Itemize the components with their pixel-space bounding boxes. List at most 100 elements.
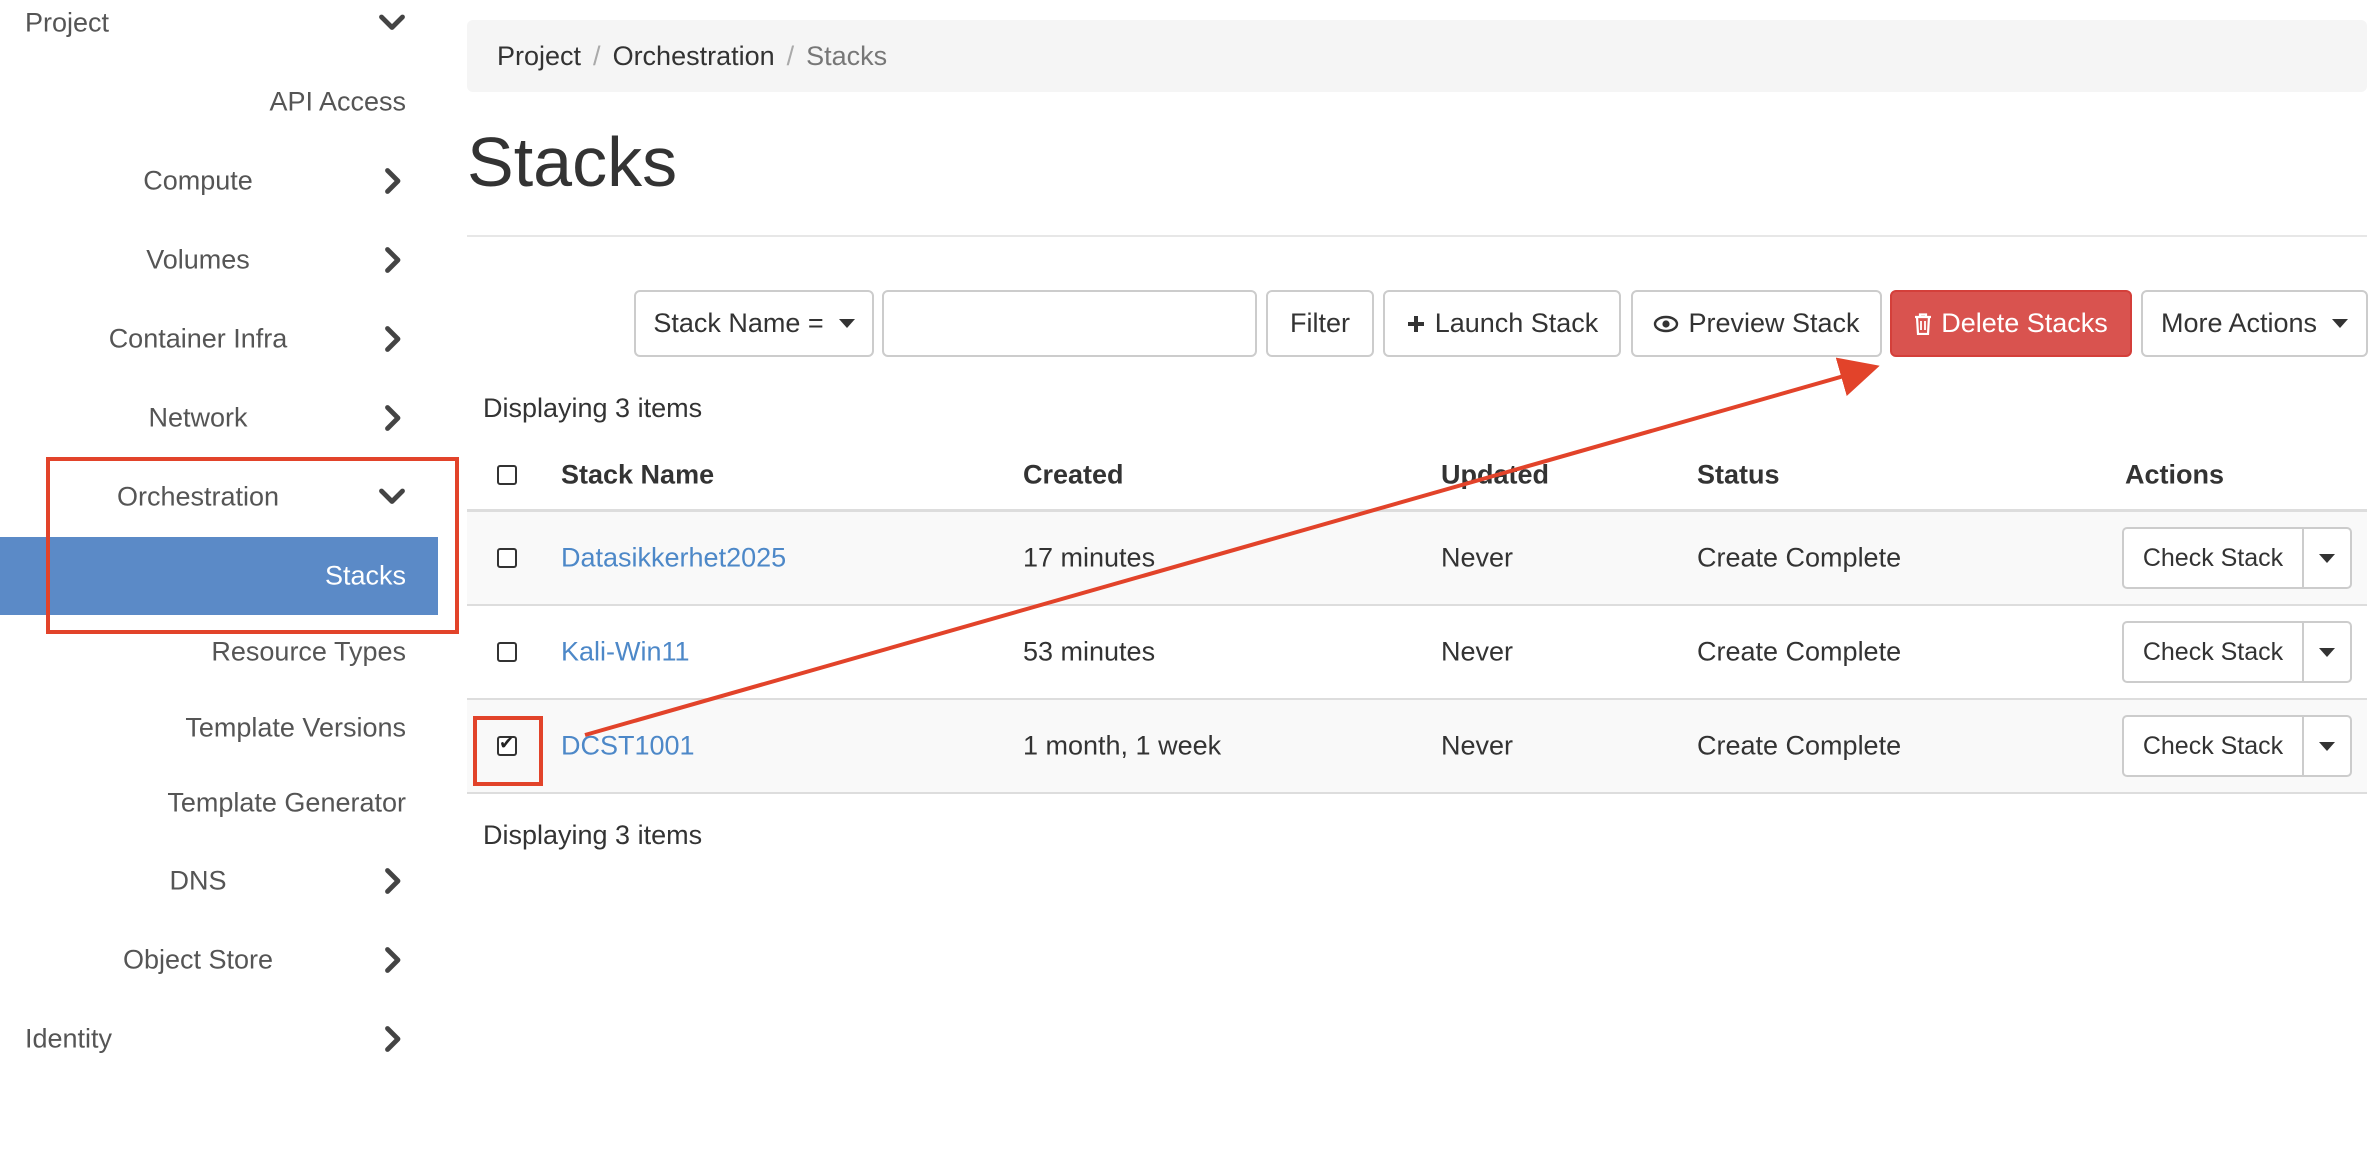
chevron-right-icon: [385, 168, 401, 194]
breadcrumb-stacks: Stacks: [806, 40, 888, 71]
sidebar-item-label: Template Versions: [185, 712, 406, 743]
row-actions-dropdown[interactable]: [2302, 715, 2352, 777]
launch-stack-button[interactable]: Launch Stack: [1383, 290, 1621, 357]
delete-stacks-button[interactable]: Delete Stacks: [1890, 290, 2132, 357]
row-actions: Check Stack: [2122, 715, 2352, 777]
chevron-right-icon: [385, 405, 401, 431]
column-header-actions: Actions: [2125, 459, 2225, 489]
sidebar-item-resource-types[interactable]: Resource Types: [0, 613, 438, 691]
table-row: DCST1001 1 month, 1 week Never Create Co…: [467, 700, 2367, 794]
trash-icon: [1915, 312, 1932, 335]
created-cell: 53 minutes: [1023, 636, 1156, 667]
preview-stack-button[interactable]: Preview Stack: [1631, 290, 1882, 357]
divider: [467, 235, 2367, 237]
sidebar-item-dns[interactable]: DNS: [0, 842, 438, 920]
check-stack-button[interactable]: Check Stack: [2122, 621, 2304, 683]
chevron-right-icon: [385, 947, 401, 973]
sidebar-item-label: Identity: [25, 1023, 113, 1054]
caret-down-icon: [838, 319, 855, 328]
sidebar-item-template-versions[interactable]: Template Versions: [0, 689, 438, 767]
breadcrumb-project[interactable]: Project: [497, 41, 581, 72]
chevron-right-icon: [385, 247, 401, 273]
status-cell: Create Complete: [1697, 636, 1902, 667]
stack-name-link[interactable]: Datasikkerhet2025: [561, 543, 786, 574]
chevron-right-icon: [385, 868, 401, 894]
sidebar-item-label: Stacks: [324, 560, 406, 591]
updated-cell: Never: [1441, 730, 1514, 761]
chevron-right-icon: [385, 326, 401, 352]
sidebar-item-project[interactable]: Project: [0, 0, 438, 62]
sidebar-item-identity[interactable]: Identity: [0, 1000, 438, 1078]
filter-field-label: Stack Name =: [653, 308, 824, 338]
select-all-checkbox[interactable]: [497, 464, 517, 485]
sidebar-item-api-access[interactable]: API Access: [0, 63, 438, 141]
column-header-status[interactable]: Status: [1697, 459, 1780, 490]
table-row: Kali-Win11 53 minutes Never Create Compl…: [467, 606, 2367, 700]
sidebar-item-label: DNS: [169, 865, 227, 896]
updated-cell: Never: [1441, 542, 1514, 573]
filter-button-label: Filter: [1290, 308, 1350, 338]
sidebar-item-template-generator[interactable]: Template Generator: [0, 764, 438, 842]
breadcrumb-orchestration[interactable]: Orchestration: [613, 41, 775, 72]
sidebar-item-label: API Access: [269, 86, 406, 117]
sidebar-item-label: Object Store: [122, 944, 274, 975]
chevron-right-icon: [385, 1026, 401, 1052]
column-header-created[interactable]: Created: [1023, 459, 1124, 490]
row-actions-dropdown[interactable]: [2302, 621, 2352, 683]
breadcrumb-separator: /: [786, 40, 795, 71]
sidebar-item-label: Project: [25, 7, 110, 38]
chevron-down-icon: [379, 14, 405, 30]
sidebar: Project API Access Compute Volumes Conta…: [0, 0, 438, 1166]
row-actions: Check Stack: [2122, 621, 2352, 683]
table-header-row: Stack Name Created Updated Status Action…: [467, 440, 2367, 512]
sidebar-item-volumes[interactable]: Volumes: [0, 221, 438, 299]
sidebar-item-container-infra[interactable]: Container Infra: [0, 300, 438, 378]
breadcrumb: Project / Orchestration / Stacks: [467, 20, 2367, 92]
plus-icon: [1407, 315, 1424, 332]
sidebar-item-compute[interactable]: Compute: [0, 142, 438, 220]
sidebar-item-stacks[interactable]: Stacks: [0, 537, 438, 615]
breadcrumb-separator: /: [593, 40, 601, 71]
filter-button[interactable]: Filter: [1266, 290, 1374, 357]
row-checkbox[interactable]: [497, 548, 517, 568]
sidebar-item-label: Template Generator: [167, 787, 406, 818]
more-actions-dropdown[interactable]: More Actions: [2141, 290, 2368, 357]
caret-down-icon: [2319, 553, 2335, 563]
row-actions-dropdown[interactable]: [2302, 527, 2352, 589]
stack-name-link[interactable]: DCST1001: [561, 731, 695, 762]
created-cell: 1 month, 1 week: [1023, 730, 1222, 761]
stack-name-link[interactable]: Kali-Win11: [561, 637, 690, 668]
check-stack-button[interactable]: Check Stack: [2122, 715, 2304, 777]
sidebar-item-label: Network: [148, 402, 248, 433]
table-row: Datasikkerhet2025 17 minutes Never Creat…: [467, 512, 2367, 606]
created-cell: 17 minutes: [1023, 542, 1156, 573]
eye-icon: [1654, 315, 1679, 332]
launch-stack-label: Launch Stack: [1434, 308, 1599, 338]
item-count-footer: Displaying 3 items: [483, 820, 703, 850]
sidebar-item-label: Resource Types: [211, 636, 406, 667]
sidebar-item-label: Volumes: [146, 244, 250, 275]
caret-down-icon: [2332, 319, 2349, 328]
sidebar-item-object-store[interactable]: Object Store: [0, 921, 438, 999]
column-header-updated[interactable]: Updated: [1441, 459, 1549, 490]
column-header-stack-name[interactable]: Stack Name: [561, 459, 714, 490]
sidebar-item-label: Compute: [143, 165, 253, 196]
sidebar-item-network[interactable]: Network: [0, 379, 438, 457]
sidebar-item-label: Orchestration: [116, 481, 280, 512]
caret-down-icon: [2319, 741, 2335, 751]
item-count: Displaying 3 items: [483, 393, 703, 423]
chevron-down-icon: [379, 488, 405, 504]
row-actions: Check Stack: [2122, 527, 2352, 589]
filter-input[interactable]: [882, 290, 1257, 357]
check-stack-button[interactable]: Check Stack: [2122, 527, 2304, 589]
filter-field-dropdown[interactable]: Stack Name =: [634, 290, 874, 357]
row-checkbox-checked[interactable]: [497, 733, 517, 756]
status-cell: Create Complete: [1697, 730, 1902, 761]
updated-cell: Never: [1441, 636, 1514, 667]
page-title: Stacks: [467, 123, 678, 201]
caret-down-icon: [2319, 647, 2335, 657]
row-checkbox[interactable]: [497, 642, 517, 662]
sidebar-item-label: Container Infra: [108, 323, 288, 354]
sidebar-item-orchestration[interactable]: Orchestration: [0, 458, 438, 536]
delete-stacks-label: Delete Stacks: [1941, 308, 2108, 338]
